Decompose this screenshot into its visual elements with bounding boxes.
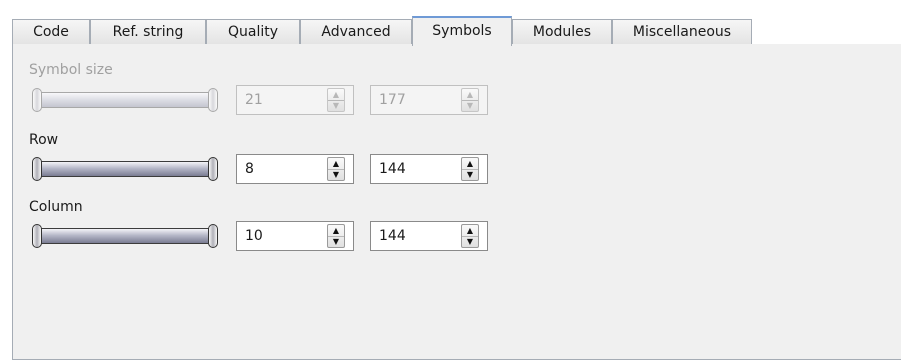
column-label: Column xyxy=(29,199,83,215)
spin-buttons: ▲ ▼ xyxy=(327,157,345,181)
symbol-size-max-spinbox[interactable]: 177 ▲ ▼ xyxy=(370,85,488,115)
slider-max-handle[interactable] xyxy=(208,157,218,181)
tab-bar: Code Ref. string Quality Advanced Symbol… xyxy=(12,16,901,46)
tab-ref-string[interactable]: Ref. string xyxy=(90,19,206,44)
spinbox-value: 144 xyxy=(379,161,406,177)
spinbox-value: 144 xyxy=(379,228,406,244)
tab-symbols[interactable]: Symbols xyxy=(412,16,512,46)
column-max-spinbox[interactable]: 144 ▲ ▼ xyxy=(370,221,488,251)
spin-buttons: ▲ ▼ xyxy=(461,224,479,248)
tab-quality[interactable]: Quality xyxy=(206,19,300,44)
spin-buttons: ▲ ▼ xyxy=(461,157,479,181)
tab-modules[interactable]: Modules xyxy=(512,19,612,44)
column-min-spinbox[interactable]: 10 ▲ ▼ xyxy=(236,221,354,251)
slider-min-handle[interactable] xyxy=(32,88,42,112)
spin-down-arrow-icon[interactable]: ▼ xyxy=(328,100,344,111)
slider-min-handle[interactable] xyxy=(32,224,42,248)
symbols-panel: Symbol size 21 ▲ ▼ 177 ▲ ▼ Row 8 ▲ ▼ 144 xyxy=(12,44,901,360)
spin-down-arrow-icon[interactable]: ▼ xyxy=(462,100,478,111)
tab-code[interactable]: Code xyxy=(12,19,90,44)
symbol-size-label: Symbol size xyxy=(29,62,113,78)
slider-track xyxy=(36,92,214,108)
row-min-spinbox[interactable]: 8 ▲ ▼ xyxy=(236,154,354,184)
spin-down-arrow-icon[interactable]: ▼ xyxy=(462,169,478,180)
slider-min-handle[interactable] xyxy=(32,157,42,181)
slider-track xyxy=(36,161,214,177)
symbol-size-min-spinbox[interactable]: 21 ▲ ▼ xyxy=(236,85,354,115)
slider-track xyxy=(36,228,214,244)
column-range-slider[interactable] xyxy=(32,224,218,248)
spinbox-value: 8 xyxy=(245,161,254,177)
spinbox-value: 10 xyxy=(245,228,263,244)
tab-advanced[interactable]: Advanced xyxy=(300,19,412,44)
spin-buttons: ▲ ▼ xyxy=(461,88,479,112)
row-range-slider[interactable] xyxy=(32,157,218,181)
row-label: Row xyxy=(29,132,59,148)
spinbox-value: 21 xyxy=(245,92,263,108)
symbol-size-range-slider[interactable] xyxy=(32,88,218,112)
slider-max-handle[interactable] xyxy=(208,224,218,248)
spinbox-value: 177 xyxy=(379,92,406,108)
slider-max-handle[interactable] xyxy=(208,88,218,112)
tab-miscellaneous[interactable]: Miscellaneous xyxy=(612,19,752,44)
spin-down-arrow-icon[interactable]: ▼ xyxy=(462,236,478,247)
spin-buttons: ▲ ▼ xyxy=(327,224,345,248)
spin-buttons: ▲ ▼ xyxy=(327,88,345,112)
spin-down-arrow-icon[interactable]: ▼ xyxy=(328,236,344,247)
spin-down-arrow-icon[interactable]: ▼ xyxy=(328,169,344,180)
row-max-spinbox[interactable]: 144 ▲ ▼ xyxy=(370,154,488,184)
